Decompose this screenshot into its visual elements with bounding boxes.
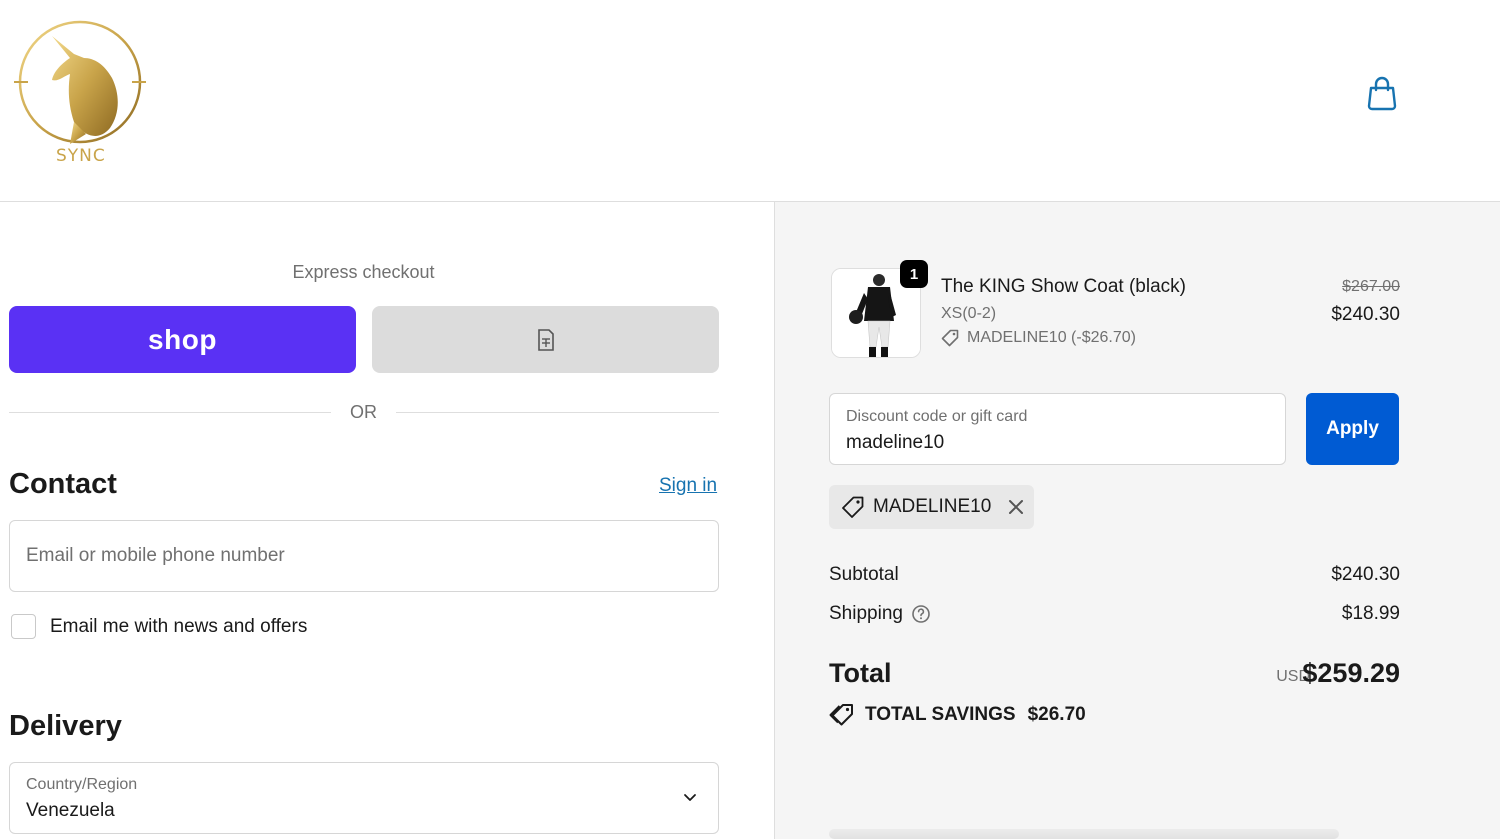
delivery-heading: Delivery [9, 710, 122, 742]
email-input[interactable] [10, 521, 718, 591]
divider-right [396, 412, 719, 413]
email-field [9, 520, 719, 592]
original-price: $267.00 [1342, 278, 1400, 295]
total-value: $259.29 [1302, 658, 1400, 688]
chevron-down-icon [684, 794, 696, 801]
newsletter-label: Email me with news and offers [50, 616, 308, 637]
sign-in-link[interactable]: Sign in [659, 475, 717, 497]
total-savings-label: TOTAL SAVINGS [865, 704, 1016, 725]
cart-bag-icon [1367, 76, 1397, 111]
help-circle-icon[interactable] [911, 604, 931, 624]
product-variant: XS(0-2) [941, 305, 997, 322]
tag-icon [941, 329, 959, 347]
product-name: The KING Show Coat (black) [941, 276, 1186, 297]
total-label: Total [829, 658, 892, 688]
applied-discount-code: MADELINE10 [873, 496, 992, 517]
total-savings: TOTAL SAVINGS $26.70 [829, 703, 1086, 727]
product-discount-text: MADELINE10 (-$26.70) [967, 329, 1136, 346]
alternate-pay-button[interactable] [372, 306, 719, 373]
newsletter-checkbox[interactable] [11, 614, 36, 639]
checkout-header: SYNC [0, 0, 1500, 202]
close-icon [1009, 500, 1024, 514]
receipt-icon [537, 328, 554, 351]
shop-pay-label: shop [148, 323, 217, 355]
shipping-value: $18.99 [1341, 603, 1400, 624]
subtotal-value: $240.30 [1331, 564, 1400, 585]
discounted-price: $240.30 [1331, 304, 1400, 325]
discount-code-value: madeline10 [846, 432, 945, 453]
cart-button[interactable] [1364, 74, 1400, 112]
logo-wordmark: SYNC [56, 146, 106, 166]
total-savings-value: $26.70 [1027, 704, 1086, 725]
divider-left [9, 412, 331, 413]
savings-tag-icon [829, 704, 853, 726]
quantity-badge: 1 [900, 260, 928, 288]
country-label: Country/Region [26, 776, 138, 793]
order-summary: 1 The KING Show Coat (black) XS(0-2) MAD… [774, 202, 1500, 839]
remove-discount-button[interactable] [1007, 498, 1025, 516]
product-discount: MADELINE10 (-$26.70) [941, 329, 1136, 347]
discount-code-label: Discount code or gift card [846, 408, 1028, 425]
shipping-label: Shipping [829, 603, 903, 624]
checkout-form: Express checkout shop OR Contact Sign in… [0, 202, 774, 839]
subtotal-label: Subtotal [829, 564, 899, 585]
tag-icon [842, 496, 864, 518]
country-value: Venezuela [26, 800, 115, 821]
discount-code-field[interactable]: Discount code or gift card madeline10 [829, 393, 1286, 465]
apply-discount-button[interactable]: Apply [1306, 393, 1399, 465]
contact-heading: Contact [9, 468, 117, 500]
shop-pay-button[interactable]: shop [9, 306, 356, 373]
summary-footer-shadow [829, 829, 1339, 839]
or-divider-label: OR [350, 402, 377, 422]
express-checkout-label: Express checkout [292, 262, 435, 282]
country-select[interactable]: Country/Region Venezuela [9, 762, 719, 834]
shipping-row: Shipping [829, 603, 931, 625]
applied-discount-chip: MADELINE10 [829, 485, 1034, 529]
